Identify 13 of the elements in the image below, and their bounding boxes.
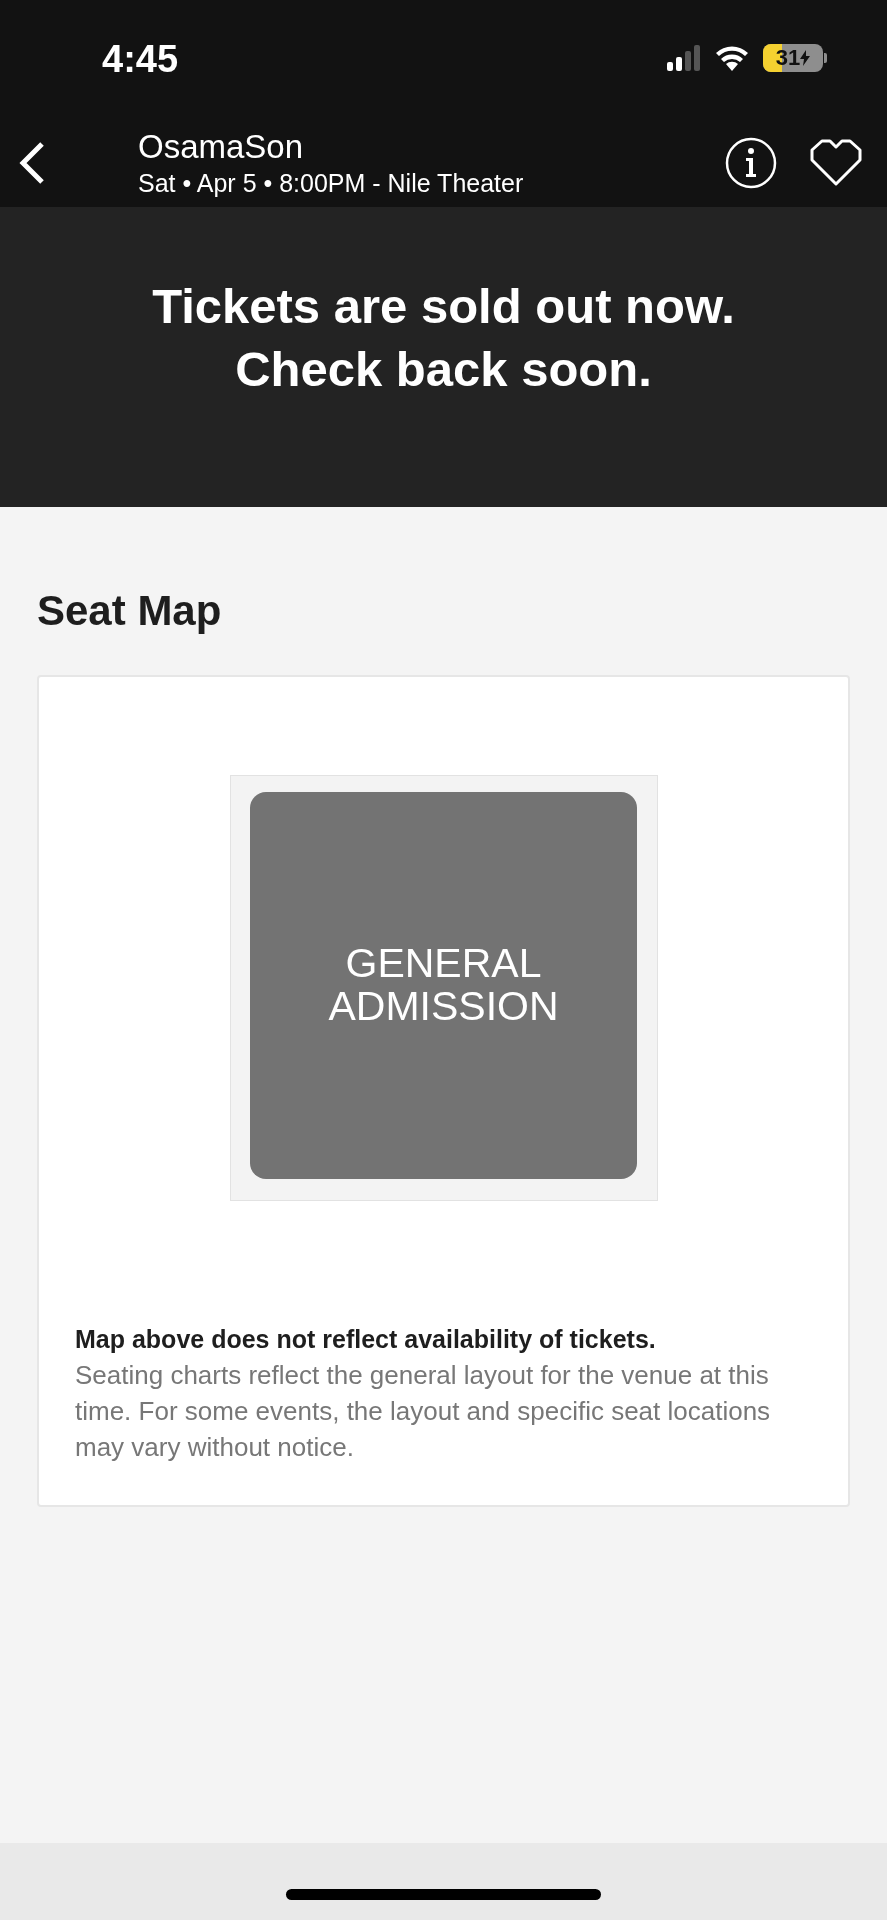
general-admission-area[interactable]: GENERAL ADMISSION bbox=[250, 791, 637, 1179]
section-heading: Seat Map bbox=[37, 587, 223, 635]
back-button[interactable] bbox=[18, 140, 46, 185]
signal-icon bbox=[667, 45, 701, 71]
note-title: Map above does not reflect availability of tickets. bbox=[75, 1324, 657, 1355]
heart-icon[interactable] bbox=[809, 138, 863, 187]
status-time: 4:45 bbox=[102, 37, 179, 81]
sold-out-message: Tickets are sold out now. Check back soon. bbox=[152, 278, 735, 398]
wifi-icon bbox=[715, 45, 749, 71]
event-details: Sat • Apr 5 • 8:00PM - Nile Theater bbox=[138, 167, 525, 199]
event-title: OsamaSon bbox=[138, 126, 305, 167]
info-icon[interactable] bbox=[725, 136, 777, 189]
note-text: Seating charts reflect the general layout for the venue at this time. For some events, the layout and specific seat locations may vary without notice. bbox=[75, 1359, 772, 1464]
